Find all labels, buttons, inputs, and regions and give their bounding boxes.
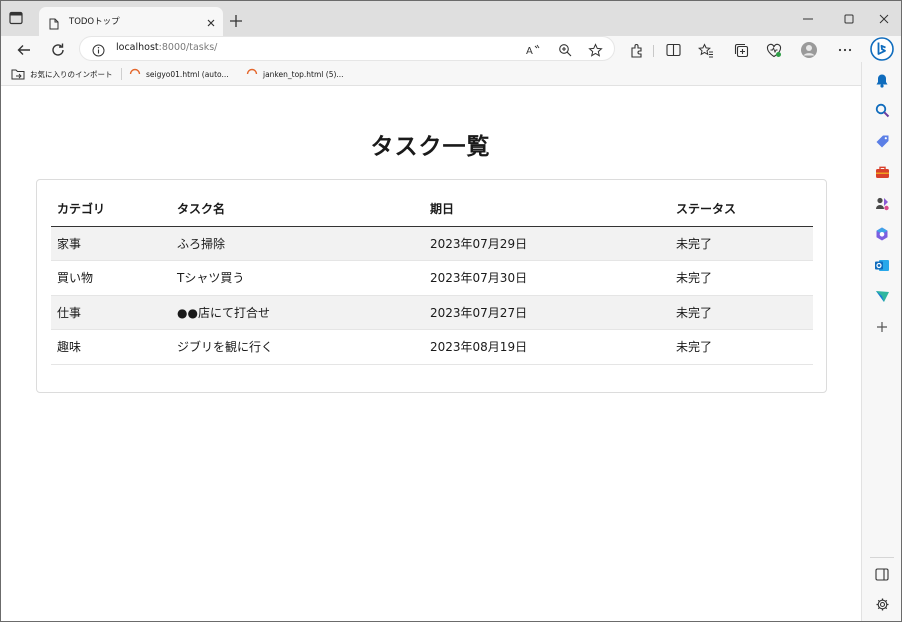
cell-task-name: ●●店にて打合せ bbox=[171, 295, 424, 330]
browser-toolbar: localhost:8000/tasks/ A bbox=[1, 36, 901, 62]
back-arrow-icon[interactable] bbox=[13, 39, 35, 61]
task-table: カテゴリ タスク名 期日 ステータス 家事 ふろ掃除 2023年07月29日 未… bbox=[51, 192, 813, 365]
site-info-icon[interactable] bbox=[92, 42, 105, 61]
bookmark-separator bbox=[121, 68, 122, 80]
copilot-icon[interactable] bbox=[870, 37, 894, 61]
cell-status: 未完了 bbox=[670, 226, 813, 261]
page-icon bbox=[49, 15, 59, 34]
page-content: タスク一覧 カテゴリ タスク名 期日 ステータス 家事 ふろ掃除 2023年07… bbox=[1, 87, 860, 621]
svg-text:A: A bbox=[526, 46, 533, 57]
cell-category: 家事 bbox=[51, 226, 171, 261]
tab-strip: TODOトップ bbox=[1, 1, 901, 36]
cell-due-date: 2023年07月29日 bbox=[424, 226, 670, 261]
extensions-icon[interactable] bbox=[625, 39, 647, 61]
sidebar-divider bbox=[870, 557, 894, 558]
cell-status: 未完了 bbox=[670, 295, 813, 330]
drop-send-icon[interactable] bbox=[872, 286, 892, 306]
table-row: 家事 ふろ掃除 2023年07月29日 未完了 bbox=[51, 226, 813, 261]
url-path: :8000/tasks/ bbox=[158, 42, 218, 53]
folder-import-icon bbox=[11, 69, 25, 80]
bookmark-label: お気に入りのインポート bbox=[30, 69, 113, 79]
table-row: 買い物 Tシャツ買う 2023年07月30日 未完了 bbox=[51, 260, 813, 296]
cell-task-name: ジブリを観に行く bbox=[171, 329, 424, 365]
browser-essentials-icon[interactable] bbox=[763, 39, 785, 61]
page-title: タスク一覧 bbox=[370, 134, 491, 160]
favorite-star-icon[interactable] bbox=[586, 41, 604, 59]
favorites-icon[interactable] bbox=[695, 39, 717, 61]
tab-actions-icon[interactable] bbox=[9, 10, 31, 30]
add-sidebar-app-icon[interactable] bbox=[872, 317, 892, 337]
minimize-icon[interactable] bbox=[799, 10, 817, 28]
more-menu-icon[interactable] bbox=[834, 39, 856, 61]
loading-spinner-icon bbox=[246, 68, 258, 75]
outlook-icon[interactable] bbox=[872, 255, 892, 275]
table-row: 仕事 ●●店にて打合せ 2023年07月27日 未完了 bbox=[51, 295, 813, 330]
microsoft-365-icon[interactable] bbox=[872, 224, 892, 244]
hide-sidebar-icon[interactable] bbox=[872, 564, 892, 584]
shopping-tag-icon[interactable] bbox=[872, 131, 892, 151]
bookmark-label: seigyo01.html (auto... bbox=[146, 69, 229, 79]
cell-task-name: Tシャツ買う bbox=[171, 260, 424, 296]
cell-category: 仕事 bbox=[51, 295, 171, 330]
zoom-icon[interactable] bbox=[556, 41, 574, 59]
bookmarks-bar: お気に入りのインポート seigyo01.html (auto... janke… bbox=[1, 62, 861, 86]
tab-close-icon[interactable] bbox=[205, 14, 217, 27]
table-row: 趣味 ジブリを観に行く 2023年08月19日 未完了 bbox=[51, 329, 813, 365]
settings-gear-icon[interactable] bbox=[872, 594, 892, 614]
cell-due-date: 2023年07月27日 bbox=[424, 295, 670, 330]
toolbar-divider bbox=[653, 45, 654, 57]
cell-task-name: ふろ掃除 bbox=[171, 226, 424, 261]
loading-spinner-icon bbox=[129, 68, 141, 75]
bookmark-import-favorites[interactable]: お気に入りのインポート bbox=[11, 67, 113, 81]
notification-bell-icon[interactable] bbox=[872, 70, 892, 90]
cell-status: 未完了 bbox=[670, 260, 813, 296]
split-screen-icon[interactable] bbox=[662, 39, 684, 61]
tab-title: TODOトップ bbox=[69, 17, 120, 27]
edge-sidebar bbox=[861, 62, 901, 621]
cell-due-date: 2023年08月19日 bbox=[424, 329, 670, 365]
cell-status: 未完了 bbox=[670, 329, 813, 365]
search-icon[interactable] bbox=[872, 100, 892, 120]
url-host: localhost bbox=[116, 42, 159, 53]
cell-category: 趣味 bbox=[51, 329, 171, 365]
cell-due-date: 2023年07月30日 bbox=[424, 260, 670, 296]
profile-avatar[interactable] bbox=[798, 39, 820, 61]
bookmark-label: janken_top.html (5)... bbox=[263, 69, 344, 79]
maximize-icon[interactable] bbox=[840, 10, 858, 28]
column-header-task-name: タスク名 bbox=[171, 192, 424, 227]
column-header-category: カテゴリ bbox=[51, 192, 171, 227]
column-header-due-date: 期日 bbox=[424, 192, 670, 227]
address-bar[interactable]: localhost:8000/tasks/ A bbox=[79, 36, 615, 61]
tools-briefcase-icon[interactable] bbox=[872, 162, 892, 182]
close-window-icon[interactable] bbox=[875, 10, 893, 28]
new-tab-icon[interactable] bbox=[229, 13, 243, 27]
refresh-icon[interactable] bbox=[47, 39, 69, 61]
task-card: カテゴリ タスク名 期日 ステータス 家事 ふろ掃除 2023年07月29日 未… bbox=[36, 179, 827, 393]
browser-window: TODOトップ localhost:8000/tasks/ A お気に入りのイン… bbox=[0, 0, 902, 622]
table-header-row: カテゴリ タスク名 期日 ステータス bbox=[51, 192, 813, 227]
bookmark-janken-top[interactable]: janken_top.html (5)... bbox=[246, 67, 344, 81]
tab-active[interactable]: TODOトップ bbox=[39, 7, 223, 36]
games-icon[interactable] bbox=[872, 193, 892, 213]
read-aloud-icon[interactable]: A bbox=[524, 41, 542, 59]
column-header-status: ステータス bbox=[670, 192, 813, 227]
cell-category: 買い物 bbox=[51, 260, 171, 296]
address-url: localhost:8000/tasks/ bbox=[116, 42, 217, 53]
collections-icon[interactable] bbox=[730, 39, 752, 61]
bookmark-seigyo01[interactable]: seigyo01.html (auto... bbox=[129, 67, 229, 81]
